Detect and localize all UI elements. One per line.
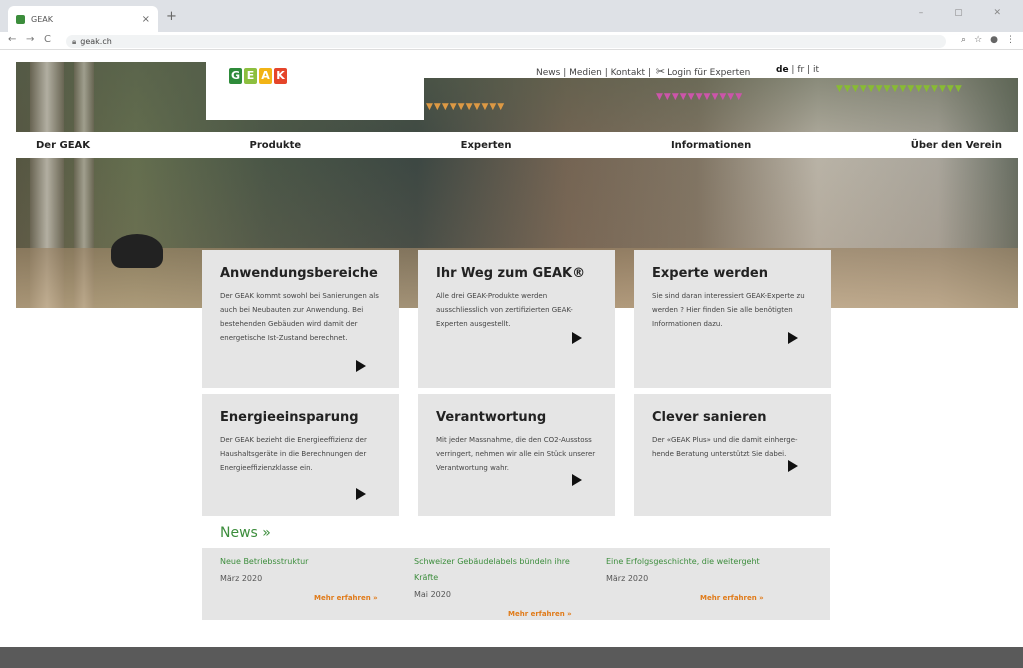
logo-area: G E A K [206, 62, 424, 120]
card-text: Der GEAK kommt sowohl bei Sanierungen al… [220, 292, 379, 342]
address-bar: ← → C 🔒︎ geak.ch ⌕ ☆ ● ⋮ [0, 32, 1023, 50]
read-more-link[interactable]: Mehr erfahren » [314, 594, 378, 602]
card-text: Der «GEAK Plus» und die damit einherge-h… [652, 436, 798, 458]
news-item-date: März 2020 [220, 574, 263, 583]
nav-item-der-geak[interactable]: Der GEAK [36, 140, 90, 151]
news-item[interactable]: Neue Betriebsstruktur März 2020 Mehr erf… [220, 554, 410, 602]
favicon-icon [16, 14, 25, 24]
logo-letter: K [274, 68, 287, 84]
url-field[interactable]: 🔒︎ geak.ch [66, 35, 946, 48]
card-title: Verantwortung [436, 410, 547, 425]
card-text: Alle drei GEAK-Produkte werden ausschlie… [436, 292, 573, 328]
top-links: News | Medien | Kontakt | ✂ Login für Exp… [536, 65, 751, 78]
news-item[interactable]: Eine Erfolgsgeschichte, die weitergeht M… [606, 554, 816, 602]
play-arrow-icon[interactable] [572, 332, 582, 344]
browser-tab-bar: GEAK × + – ▢ ✕ [0, 0, 1023, 32]
login-link[interactable]: Login für Experten [667, 68, 750, 78]
news-item-title[interactable]: Neue Betriebsstruktur [220, 554, 410, 570]
language-it[interactable]: it [813, 65, 819, 75]
language-fr[interactable]: fr [797, 65, 804, 75]
logo-letter: G [229, 68, 242, 84]
browser-tab[interactable]: GEAK × [8, 6, 158, 32]
lock-icon: 🔒︎ [72, 37, 77, 46]
account-icon[interactable]: ● [990, 35, 998, 45]
card-title: Experte werden [652, 266, 768, 281]
card-experte-werden[interactable]: Experte werden Sie sind daran interessie… [634, 250, 831, 388]
card-text: Der GEAK bezieht die Energieeffizienz de… [220, 436, 367, 472]
play-arrow-icon[interactable] [572, 474, 582, 486]
top-link-medien[interactable]: Medien [569, 68, 602, 78]
card-text: Sie sind daran interessiert GEAK-Experte… [652, 292, 805, 328]
nav-item-experten[interactable]: Experten [461, 140, 512, 151]
read-more-link[interactable]: Mehr erfahren » [700, 594, 764, 602]
window-controls[interactable]: – ▢ ✕ [919, 8, 1015, 18]
nav-item-produkte[interactable]: Produkte [250, 140, 302, 151]
hero-bunting: ▼▼▼▼▼▼▼▼▼▼▼▼▼▼▼▼ [836, 84, 963, 94]
logo-letter: E [244, 68, 257, 84]
news-item-title[interactable]: Schweizer Gebäudelabels bündeln ihre Krä… [414, 554, 584, 586]
tab-close-icon[interactable]: × [142, 14, 150, 25]
top-link-kontakt[interactable]: Kontakt [611, 68, 645, 78]
play-arrow-icon[interactable] [788, 332, 798, 344]
new-tab-icon[interactable]: + [166, 9, 177, 24]
footer-bar [0, 647, 1023, 668]
card-title: Clever sanieren [652, 410, 767, 425]
card-text: Mit jeder Massnahme, die den CO2-Ausstos… [436, 436, 596, 472]
back-icon[interactable]: ← [8, 34, 16, 45]
zoom-icon[interactable]: ⌕ [961, 35, 966, 45]
nav-item-informationen[interactable]: Informationen [671, 140, 751, 151]
play-arrow-icon[interactable] [356, 488, 366, 500]
news-item-title[interactable]: Eine Erfolgsgeschichte, die weitergeht [606, 554, 816, 570]
browser-actions: ⌕ ☆ ● ⋮ [953, 35, 1015, 45]
news-heading[interactable]: News » [220, 525, 271, 541]
card-verantwortung[interactable]: Verantwortung Mit jeder Massnahme, die d… [418, 394, 615, 516]
url-text: geak.ch [80, 37, 112, 46]
menu-icon[interactable]: ⋮ [1006, 35, 1015, 45]
card-title: Anwendungsbereiche [220, 266, 378, 281]
language-switcher: de | fr | it [776, 65, 819, 75]
forward-icon[interactable]: → [26, 34, 34, 45]
tools-icon: ✂ [655, 65, 666, 78]
tab-title: GEAK [31, 14, 53, 24]
hero-bunting: ▼▼▼▼▼▼▼▼▼▼ [426, 102, 506, 112]
card-anwendungsbereiche[interactable]: Anwendungsbereiche Der GEAK kommt sowohl… [202, 250, 399, 388]
main-navigation: Der GEAK Produkte Experten Informationen… [16, 132, 1018, 158]
play-arrow-icon[interactable] [356, 360, 366, 372]
top-link-news[interactable]: News [536, 68, 560, 78]
star-icon[interactable]: ☆ [974, 35, 982, 45]
geak-logo[interactable]: G E A K [229, 68, 287, 84]
card-clever-sanieren[interactable]: Clever sanieren Der «GEAK Plus» und die … [634, 394, 831, 516]
card-title: Ihr Weg zum GEAK® [436, 266, 586, 281]
news-list: Neue Betriebsstruktur März 2020 Mehr erf… [202, 548, 830, 620]
page: ▼▼▼▼▼▼▼▼▼▼ ▼▼▼▼▼▼▼▼▼▼▼ ▼▼▼▼▼▼▼▼▼▼▼▼▼▼▼▼ … [0, 50, 1023, 668]
card-energieeinsparung[interactable]: Energieeinsparung Der GEAK bezieht die E… [202, 394, 399, 516]
language-de[interactable]: de [776, 65, 789, 75]
card-title: Energieeinsparung [220, 410, 359, 425]
hero-bunting: ▼▼▼▼▼▼▼▼▼▼▼ [656, 92, 744, 102]
reload-icon[interactable]: C [44, 34, 51, 45]
news-item[interactable]: Schweizer Gebäudelabels bündeln ihre Krä… [414, 554, 584, 618]
news-item-date: Mai 2020 [414, 590, 451, 599]
hero-grill [111, 234, 163, 268]
card-ihr-weg[interactable]: Ihr Weg zum GEAK® Alle drei GEAK-Produkt… [418, 250, 615, 388]
read-more-link[interactable]: Mehr erfahren » [508, 610, 572, 618]
play-arrow-icon[interactable] [788, 460, 798, 472]
nav-item-ueber-den-verein[interactable]: Über den Verein [911, 140, 1002, 151]
news-item-date: März 2020 [606, 574, 649, 583]
logo-letter: A [259, 68, 272, 84]
top-navigation: News | Medien | Kontakt | ✂ Login für Exp… [424, 62, 1018, 78]
